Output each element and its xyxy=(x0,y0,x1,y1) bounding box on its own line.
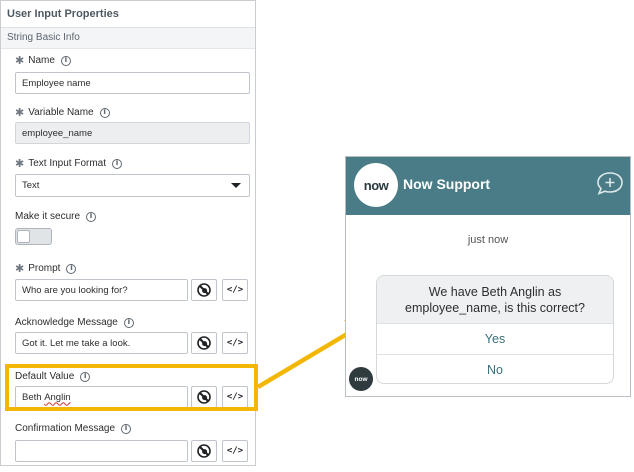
acknowledge-message-label-text: Acknowledge Message xyxy=(15,317,118,328)
now-logo: now xyxy=(354,163,398,207)
name-input[interactable]: Employee name xyxy=(15,72,250,94)
chevron-down-icon xyxy=(231,183,241,188)
confirmation-message-label-text: Confirmation Message xyxy=(15,423,116,434)
confirmation-card: We have Beth Anglin as employee_name, is… xyxy=(376,275,614,384)
chat-header: now Now Support xyxy=(346,157,630,215)
make-it-secure-label: Make it secure xyxy=(15,211,97,222)
info-icon[interactable] xyxy=(121,423,132,434)
chat-title: Now Support xyxy=(403,176,491,192)
variable-name-label: ✱ Variable Name xyxy=(15,107,110,118)
acknowledge-code-button[interactable]: </> xyxy=(222,332,248,354)
acknowledge-message-label: Acknowledge Message xyxy=(15,317,134,328)
prompt-code-button[interactable]: </> xyxy=(222,279,248,301)
required-icon: ✱ xyxy=(15,262,25,275)
toggle-knob xyxy=(17,230,30,243)
bot-avatar: now xyxy=(349,367,373,391)
info-icon[interactable] xyxy=(123,317,134,328)
variable-name-label-text: Variable Name xyxy=(28,107,94,118)
code-icon: </> xyxy=(226,338,244,348)
text-input-format-label: ✱ Text Input Format xyxy=(15,157,123,170)
confirmation-message-input[interactable] xyxy=(15,440,188,462)
info-icon[interactable] xyxy=(60,55,71,66)
prompt-script-button[interactable] xyxy=(191,279,217,301)
info-icon[interactable] xyxy=(99,107,110,118)
data-pill-icon xyxy=(197,336,211,350)
info-icon[interactable] xyxy=(86,211,97,222)
prompt-input-value: Who are you looking for? xyxy=(22,284,128,296)
acknowledge-message-value: Got it. Let me take a look. xyxy=(22,337,131,349)
data-pill-icon xyxy=(197,444,211,458)
name-input-value: Employee name xyxy=(22,77,91,89)
acknowledge-message-input[interactable]: Got it. Let me take a look. xyxy=(15,332,188,354)
confirmation-script-button[interactable] xyxy=(191,440,217,462)
info-icon[interactable] xyxy=(66,263,77,274)
default-value-highlight xyxy=(5,364,258,411)
required-icon: ✱ xyxy=(15,157,25,170)
info-icon[interactable] xyxy=(112,158,123,169)
choice-no-button[interactable]: No xyxy=(377,354,613,383)
section-header: String Basic Info xyxy=(1,28,255,49)
chat-widget: now Now Support just now We have Beth An… xyxy=(345,156,631,397)
required-icon: ✱ xyxy=(15,54,25,67)
text-input-format-select[interactable]: Text xyxy=(15,174,250,197)
name-label-text: Name xyxy=(28,55,55,66)
bot-message: We have Beth Anglin as employee_name, is… xyxy=(377,276,613,323)
data-pill-icon xyxy=(197,283,211,297)
required-icon: ✱ xyxy=(15,106,25,119)
confirmation-message-label: Confirmation Message xyxy=(15,423,132,434)
choice-yes-button[interactable]: Yes xyxy=(377,323,613,354)
new-conversation-icon[interactable] xyxy=(596,171,624,195)
message-timestamp: just now xyxy=(467,234,509,246)
prompt-label-text: Prompt xyxy=(28,263,61,274)
section-title: String Basic Info xyxy=(7,32,80,43)
make-it-secure-toggle[interactable] xyxy=(15,228,52,245)
make-it-secure-label-text: Make it secure xyxy=(15,211,81,222)
prompt-input[interactable]: Who are you looking for? xyxy=(15,279,188,301)
text-input-format-label-text: Text Input Format xyxy=(28,158,107,169)
variable-name-value: employee_name xyxy=(22,127,93,139)
code-icon: </> xyxy=(226,285,244,295)
panel-title: User Input Properties xyxy=(7,8,119,20)
text-input-format-value: Text xyxy=(22,180,40,191)
code-icon: </> xyxy=(226,446,244,456)
name-label: ✱ Name xyxy=(15,55,71,66)
prompt-label: ✱ Prompt xyxy=(15,262,77,275)
variable-name-input: employee_name xyxy=(15,122,250,144)
acknowledge-script-button[interactable] xyxy=(191,332,217,354)
confirmation-code-button[interactable]: </> xyxy=(222,440,248,462)
